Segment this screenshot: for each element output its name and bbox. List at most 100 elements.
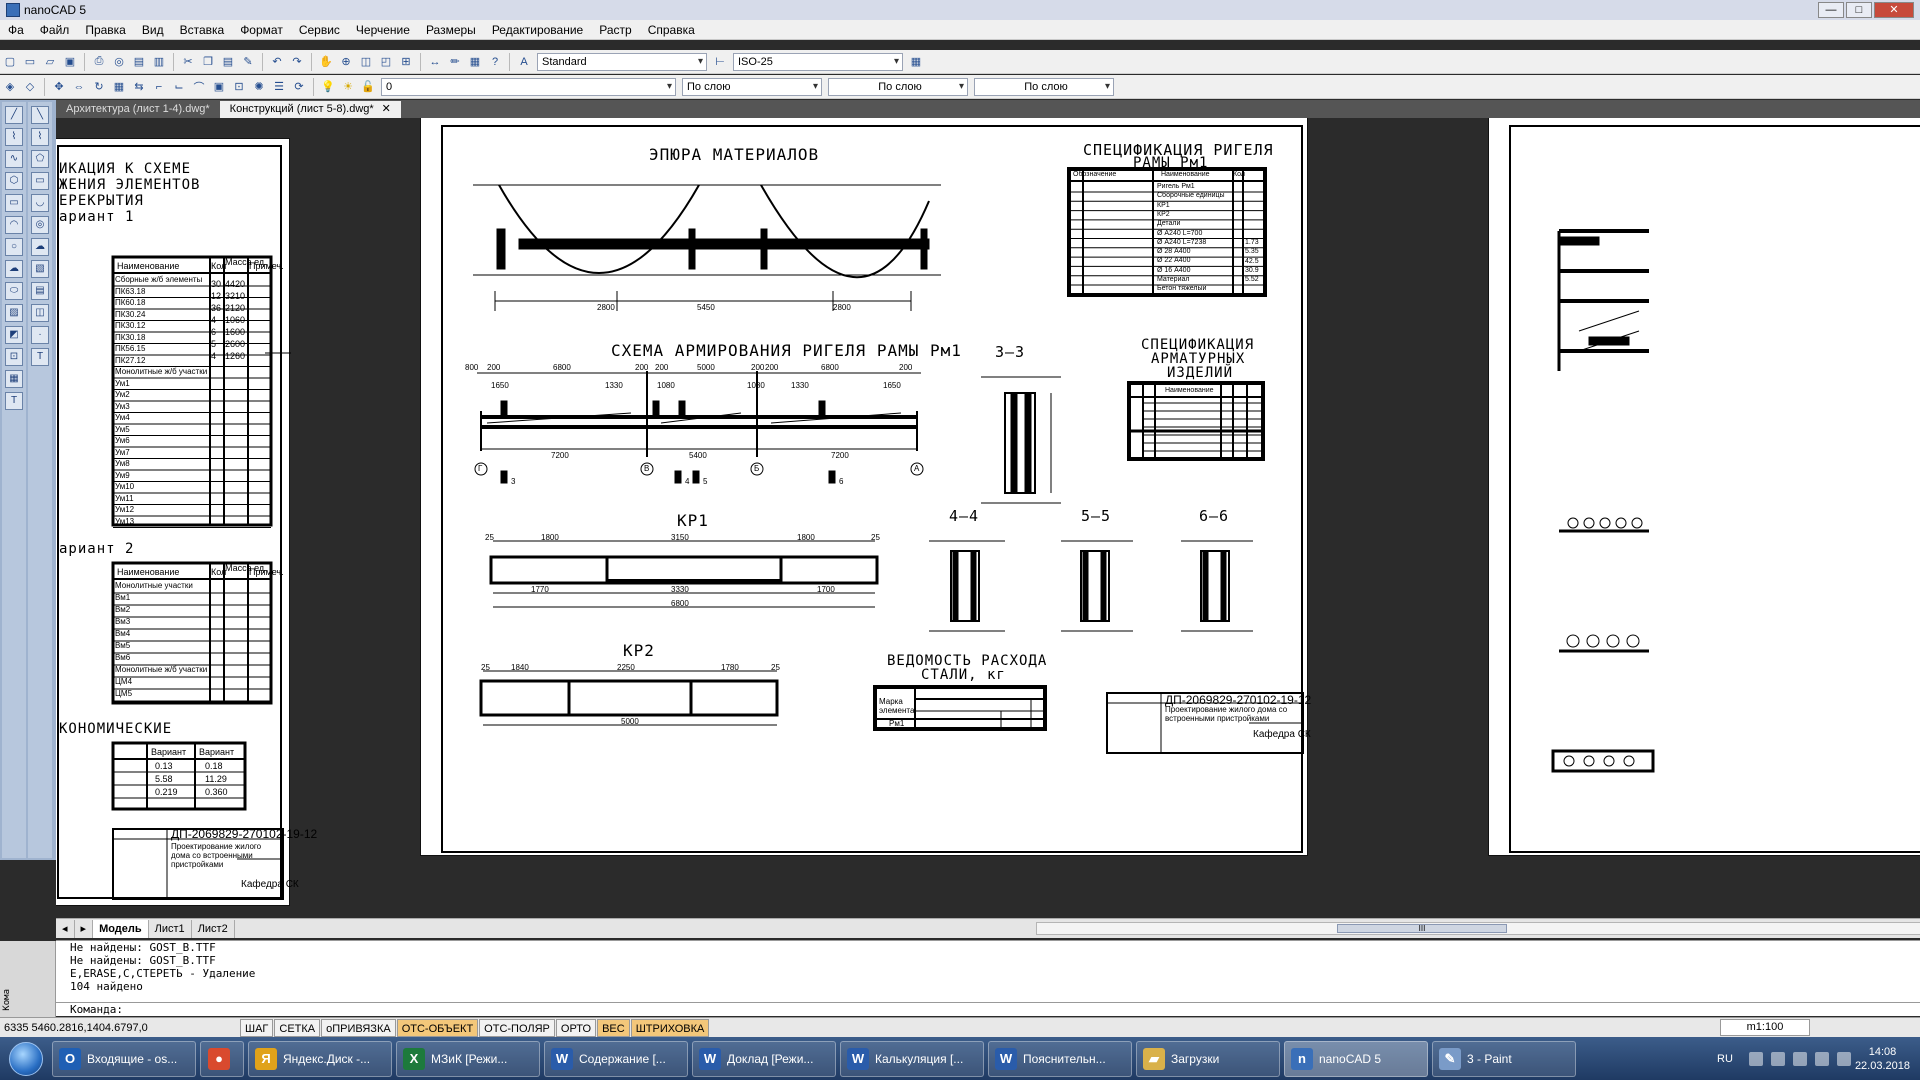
gradient-icon[interactable]: ▤ xyxy=(31,282,49,300)
trim-icon[interactable]: ⌐ xyxy=(150,78,168,96)
open-folder-icon[interactable]: ▱ xyxy=(41,53,59,71)
layer-states-icon[interactable]: ◇ xyxy=(21,78,39,96)
lock-icon[interactable]: 🔓 xyxy=(359,78,377,96)
app-icon[interactable] xyxy=(6,3,20,17)
status-toggle-орто[interactable]: ОРТО xyxy=(555,1018,597,1037)
tab-sheet1[interactable]: Лист1 xyxy=(149,919,192,938)
command-input[interactable]: Команда: xyxy=(56,1002,1920,1016)
network-icon[interactable] xyxy=(1770,1051,1785,1066)
taskbar-item[interactable]: X МЗиК [Режи... xyxy=(396,1040,540,1077)
layout-nav-next[interactable]: ▸ xyxy=(75,919,94,938)
plot-icon[interactable]: ▥ xyxy=(150,53,168,71)
donut-icon[interactable]: ◎ xyxy=(31,216,49,234)
undo-icon[interactable]: ↶ xyxy=(268,53,286,71)
polygon-icon[interactable]: ⬠ xyxy=(31,150,49,168)
zoom-window-icon[interactable]: ◫ xyxy=(357,53,375,71)
insert-icon[interactable]: ⊡ xyxy=(230,78,248,96)
publish-icon[interactable]: ▤ xyxy=(130,53,148,71)
arc-icon[interactable]: ◡ xyxy=(31,194,49,212)
taskbar-item[interactable]: ▰ Загрузки xyxy=(1136,1040,1280,1077)
text-icon[interactable]: T xyxy=(5,392,23,410)
taskbar-item[interactable]: ● xyxy=(200,1040,244,1077)
mtext-icon[interactable]: T xyxy=(31,348,49,366)
move-icon[interactable]: ✥ xyxy=(50,78,68,96)
menu-item[interactable]: Размеры xyxy=(418,23,484,37)
status-toggle-отс-объект[interactable]: ОТС-ОБЪЕКТ xyxy=(396,1018,479,1037)
spline-icon[interactable]: ∿ xyxy=(5,150,23,168)
color-select[interactable]: По слою xyxy=(682,77,822,96)
lineweight-select[interactable]: По слою xyxy=(974,77,1114,96)
ellipse-icon[interactable]: ⬭ xyxy=(5,282,23,300)
help-icon[interactable]: ? xyxy=(486,53,504,71)
tab-model[interactable]: Модель xyxy=(93,919,149,938)
status-toggle-шаг[interactable]: ШАГ xyxy=(240,1018,274,1037)
status-toggle-опривязка[interactable]: оПРИВЯЗКА xyxy=(321,1018,396,1037)
rotate-icon[interactable]: ↻ xyxy=(90,78,108,96)
drawing-canvas[interactable]: ИКАЦИЯ К СХЕМЕ ЖЕНИЯ ЭЛЕМЕНТОВ ЕРЕКРЫТИЯ… xyxy=(56,118,1920,918)
start-button[interactable] xyxy=(0,1039,52,1079)
maximize-button[interactable]: □ xyxy=(1846,2,1872,18)
block-insert-icon[interactable]: ⊡ xyxy=(5,348,23,366)
rectangle-icon[interactable]: ▭ xyxy=(5,194,23,212)
layers-icon[interactable]: ◈ xyxy=(1,78,19,96)
language-indicator[interactable]: RU xyxy=(1717,1053,1733,1065)
wipeout-icon[interactable]: ◫ xyxy=(31,304,49,322)
layer-select[interactable]: 0 xyxy=(381,77,676,96)
menu-item[interactable]: Справка xyxy=(640,23,703,37)
cloud-icon[interactable]: ☁ xyxy=(31,238,49,256)
redo-icon[interactable]: ↷ xyxy=(288,53,306,71)
zoom-extents-icon[interactable]: ⊞ xyxy=(397,53,415,71)
taskbar-item[interactable]: O Входящие - os... xyxy=(52,1040,196,1077)
refresh-icon[interactable]: ⟳ xyxy=(290,78,308,96)
new-file-icon[interactable]: ▭ xyxy=(21,53,39,71)
preview-icon[interactable]: ◎ xyxy=(110,53,128,71)
status-toggle-вес[interactable]: ВЕС xyxy=(597,1018,630,1037)
menu-item[interactable]: Файл xyxy=(32,23,78,37)
pan-icon[interactable]: ✋ xyxy=(317,53,335,71)
antivirus-icon[interactable] xyxy=(1792,1051,1807,1066)
properties-icon[interactable]: ☰ xyxy=(270,78,288,96)
text-style-select[interactable]: Standard xyxy=(537,52,707,71)
menu-item[interactable]: Формат xyxy=(232,23,291,37)
table-icon[interactable]: ▦ xyxy=(5,370,23,388)
zoom-previous-icon[interactable]: ◰ xyxy=(377,53,395,71)
array-icon[interactable]: ▦ xyxy=(110,78,128,96)
menu-item[interactable]: Вид xyxy=(134,23,172,37)
explode-icon[interactable]: ✺ xyxy=(250,78,268,96)
distance-icon[interactable]: ↔ xyxy=(426,53,444,71)
menu-item[interactable]: Правка xyxy=(77,23,134,37)
dim-style-select[interactable]: ISO-25 xyxy=(733,52,903,71)
menu-item[interactable]: Фа xyxy=(0,23,32,37)
menu-item[interactable]: Растр xyxy=(591,23,639,37)
polyline-icon[interactable]: ⌇ xyxy=(5,128,23,146)
region-icon[interactable]: ◩ xyxy=(5,326,23,344)
circle-icon[interactable]: ○ xyxy=(5,238,23,256)
taskbar-item[interactable]: Я Яндекс.Диск -... xyxy=(248,1040,392,1077)
arc-icon[interactable]: ◠ xyxy=(5,216,23,234)
taskbar-item[interactable]: W Содержание [... xyxy=(544,1040,688,1077)
line-icon[interactable]: ╱ xyxy=(5,106,23,124)
paste-icon[interactable]: ▤ xyxy=(219,53,237,71)
layout-nav-prev[interactable]: ◂ xyxy=(56,919,75,938)
bulb-icon[interactable]: 💡 xyxy=(319,78,337,96)
taskbar-item[interactable]: W Пояснительн... xyxy=(988,1040,1132,1077)
match-properties-icon[interactable]: ✎ xyxy=(239,53,257,71)
calculator-icon[interactable]: ▦ xyxy=(466,53,484,71)
zoom-realtime-icon[interactable]: ⊕ xyxy=(337,53,355,71)
save-icon[interactable]: ▣ xyxy=(61,53,79,71)
doc-tab-architecture[interactable]: Архитектура (лист 1-4).dwg* xyxy=(56,101,220,118)
cloud-icon[interactable] xyxy=(1814,1051,1829,1066)
hatch-icon[interactable]: ▨ xyxy=(5,304,23,322)
table-style-icon[interactable]: ▦ xyxy=(907,53,925,71)
horizontal-scrollbar[interactable]: III xyxy=(1036,922,1920,935)
fillet-icon[interactable]: ⌒ xyxy=(190,78,208,96)
tab-sheet2[interactable]: Лист2 xyxy=(192,919,235,938)
pencil-icon[interactable]: ✏ xyxy=(446,53,464,71)
construction-line-icon[interactable]: ⌇ xyxy=(31,128,49,146)
rectangle-icon[interactable]: ▭ xyxy=(31,172,49,190)
cut-icon[interactable]: ✂ xyxy=(179,53,197,71)
status-toggle-штриховка[interactable]: ШТРИХОВКА xyxy=(630,1018,710,1037)
taskbar-item[interactable]: n nanoCAD 5 xyxy=(1284,1040,1428,1077)
extend-icon[interactable]: ⌙ xyxy=(170,78,188,96)
clock[interactable]: 14:08 22.03.2018 xyxy=(1855,1045,1910,1073)
